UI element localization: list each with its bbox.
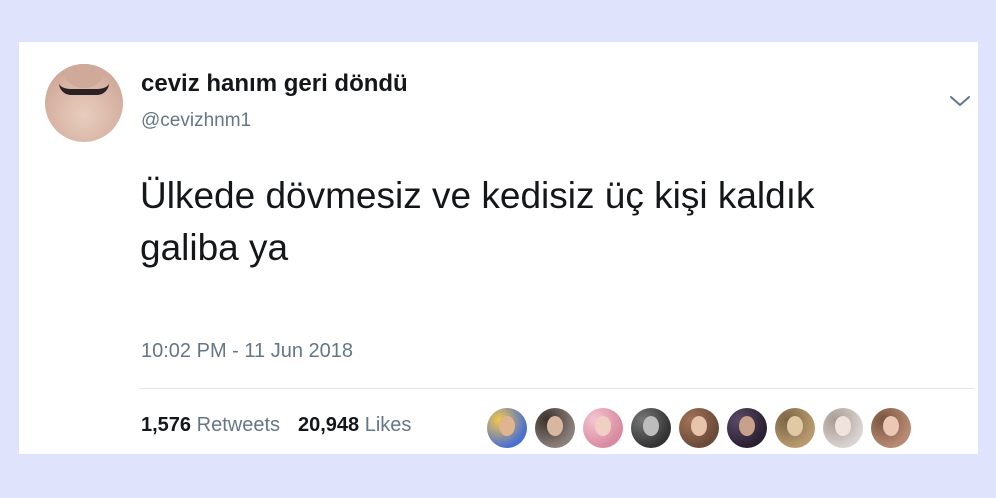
divider <box>139 388 974 389</box>
tweet-stats: 1,576 Retweets 20,948 Likes <box>141 414 429 437</box>
liker-avatar[interactable] <box>775 408 815 448</box>
liker-face <box>787 416 803 436</box>
liker-avatar[interactable] <box>583 408 623 448</box>
liker-avatar[interactable] <box>871 408 911 448</box>
liker-face <box>883 416 899 436</box>
liker-avatar[interactable] <box>631 408 671 448</box>
avatar-choker <box>59 83 109 95</box>
author-avatar[interactable] <box>45 64 123 142</box>
author-handle[interactable]: @cevizhnm1 <box>141 110 251 132</box>
liker-face <box>547 416 563 436</box>
likes-label: Likes <box>364 414 412 436</box>
tweet-timestamp[interactable]: 10:02 PM - 11 Jun 2018 <box>141 340 353 363</box>
retweets-stat[interactable]: 1,576 Retweets <box>141 414 280 437</box>
retweets-count: 1,576 <box>141 414 192 436</box>
likers-avatars <box>487 408 919 448</box>
liker-face <box>835 416 851 436</box>
liker-face <box>499 416 515 436</box>
liker-face <box>595 416 611 436</box>
tweet-card: ceviz hanım geri döndü @cevizhnm1 Ülkede… <box>19 42 978 454</box>
tweet-text: Ülkede dövmesiz ve kedisiz üç kişi kaldı… <box>140 175 815 268</box>
likes-stat[interactable]: 20,948 Likes <box>298 414 411 437</box>
retweets-label: Retweets <box>196 414 280 436</box>
chevron-down-icon[interactable] <box>949 94 971 108</box>
liker-avatar[interactable] <box>679 408 719 448</box>
liker-avatar[interactable] <box>727 408 767 448</box>
likes-count: 20,948 <box>298 414 360 436</box>
liker-avatar[interactable] <box>487 408 527 448</box>
liker-avatar[interactable] <box>823 408 863 448</box>
liker-face <box>643 416 659 436</box>
liker-avatar[interactable] <box>535 408 575 448</box>
author-display-name[interactable]: ceviz hanım geri döndü <box>141 70 408 98</box>
liker-face <box>739 416 755 436</box>
liker-face <box>691 416 707 436</box>
